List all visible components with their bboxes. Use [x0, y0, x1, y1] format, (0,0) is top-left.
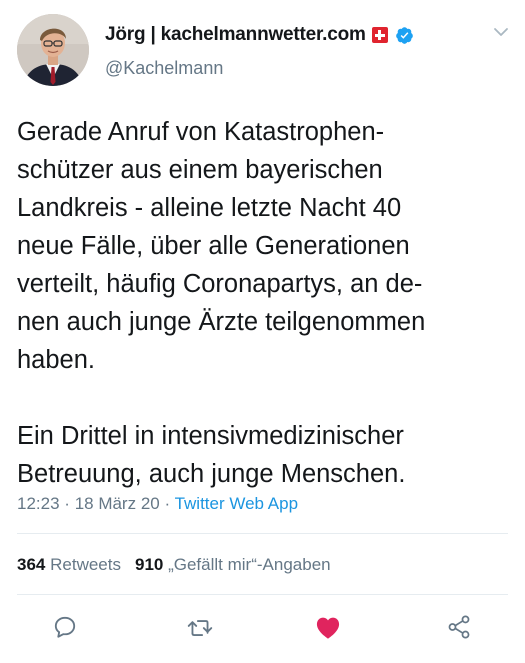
tweet-line: Gerade Anruf von Katastrophen-	[17, 118, 385, 146]
action-bar	[0, 609, 525, 645]
share-icon	[448, 615, 470, 639]
tweet-line: Landkreis - alleine letzte Nacht 40	[17, 194, 402, 222]
likes-label: „Gefällt mir“-Angaben	[168, 555, 331, 574]
tweet-line: neue Fälle, über alle Generationen	[17, 232, 410, 260]
divider	[17, 594, 508, 595]
like-icon	[316, 617, 340, 639]
retweets-stat[interactable]: 364 Retweets	[17, 555, 121, 574]
tweet-time[interactable]: 12:23	[17, 494, 60, 513]
tweet-line: verteilt, häufig Coronapartys, an de-	[17, 270, 423, 298]
tweet-text: Gerade Anruf von Katastrophen- schützer …	[17, 113, 513, 493]
verified-icon	[395, 26, 413, 44]
tweet-stats: 364 Retweets 910 „Gefällt mir“-Angaben	[17, 555, 331, 575]
tweet-line: Betreuung, auch junge Menschen.	[17, 460, 406, 488]
share-button[interactable]	[441, 609, 477, 645]
author-name-row[interactable]: Jörg | kachelmannwetter.com	[105, 24, 414, 46]
tweet-line: haben.	[17, 346, 95, 374]
likes-count: 910	[134, 555, 164, 574]
divider	[17, 533, 508, 534]
author-handle[interactable]: @Kachelmann	[105, 58, 223, 79]
avatar[interactable]	[17, 14, 89, 86]
meta-separator: ·	[164, 494, 171, 513]
tweet-date[interactable]: 18 März 20	[75, 494, 160, 513]
retweet-button[interactable]	[182, 609, 218, 645]
avatar-image	[17, 14, 89, 86]
chevron-down-icon[interactable]	[493, 26, 509, 38]
display-name[interactable]: Jörg | kachelmannwetter.com	[105, 24, 366, 46]
retweets-label: Retweets	[50, 555, 121, 574]
reply-button[interactable]	[47, 609, 83, 645]
meta-separator: ·	[64, 494, 70, 513]
tweet-line: Ein Drittel in intensivmedizinischer	[17, 422, 404, 450]
like-button[interactable]	[310, 609, 346, 645]
retweet-icon	[187, 620, 213, 636]
likes-stat[interactable]: 910 „Gefällt mir“-Angaben	[135, 555, 331, 574]
tweet-source-link[interactable]: Twitter Web App	[175, 494, 298, 513]
tweet-line: schützer aus einem bayerischen	[17, 156, 383, 184]
retweets-count: 364	[17, 555, 46, 574]
tweet-line: nen auch junge Ärzte teilgenommen	[17, 308, 426, 336]
swiss-flag-icon	[371, 27, 388, 43]
reply-icon	[54, 616, 76, 638]
tweet-meta: 12:23 · 18 März 20 · Twitter Web App	[17, 494, 298, 514]
tweet-card: Jörg | kachelmannwetter.com @Kachelmann …	[0, 0, 525, 663]
